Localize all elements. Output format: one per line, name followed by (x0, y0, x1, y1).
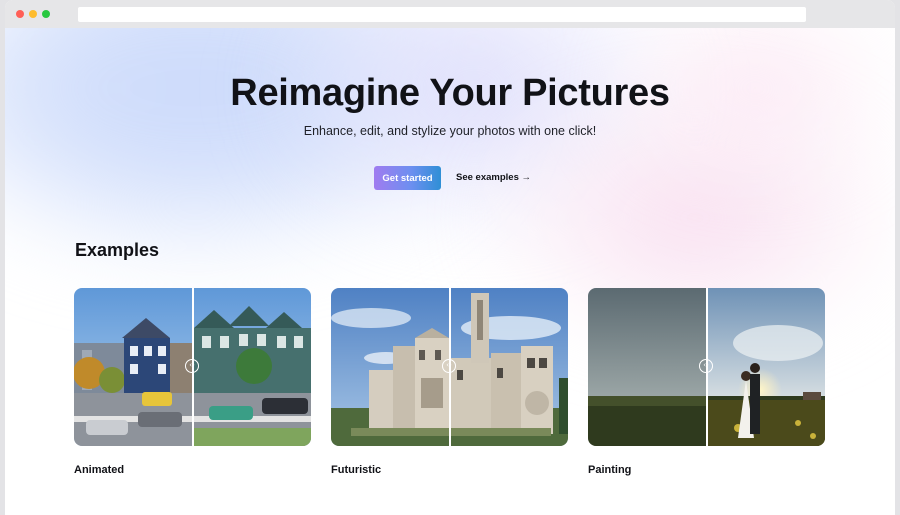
minimize-window-icon[interactable] (29, 10, 37, 18)
card-label: Painting (588, 464, 632, 476)
see-examples-link[interactable]: See examples → (456, 172, 531, 183)
comparison-image-painting[interactable]: ‹› (588, 288, 825, 446)
compare-slider-handle-icon[interactable]: ‹› (442, 359, 456, 373)
page-viewport: Reimagine Your Pictures Enhance, edit, a… (5, 28, 895, 515)
hero-subtitle: Enhance, edit, and stylize your photos w… (303, 124, 597, 138)
browser-window: Reimagine Your Pictures Enhance, edit, a… (5, 0, 895, 515)
close-window-icon[interactable] (16, 10, 24, 18)
card-label: Animated (74, 464, 125, 476)
card-label: Futuristic (331, 464, 382, 476)
compare-slider-handle-icon[interactable]: ‹› (699, 359, 713, 373)
address-bar[interactable] (78, 7, 806, 22)
example-card-animated[interactable]: ‹› Animated (74, 288, 311, 476)
hero-title: Reimagine Your Pictures (230, 72, 670, 114)
comparison-image-futuristic[interactable]: ‹› (331, 288, 568, 446)
get-started-button[interactable]: Get started (374, 166, 441, 190)
maximize-window-icon[interactable] (42, 10, 50, 18)
examples-heading: Examples (75, 240, 160, 260)
browser-titlebar (5, 0, 895, 28)
comparison-image-animated[interactable]: ‹› (74, 288, 311, 446)
example-card-painting[interactable]: ‹› Painting (588, 288, 825, 476)
compare-slider-handle-icon[interactable]: ‹› (185, 359, 199, 373)
example-card-futuristic[interactable]: ‹› Futuristic (331, 288, 568, 476)
